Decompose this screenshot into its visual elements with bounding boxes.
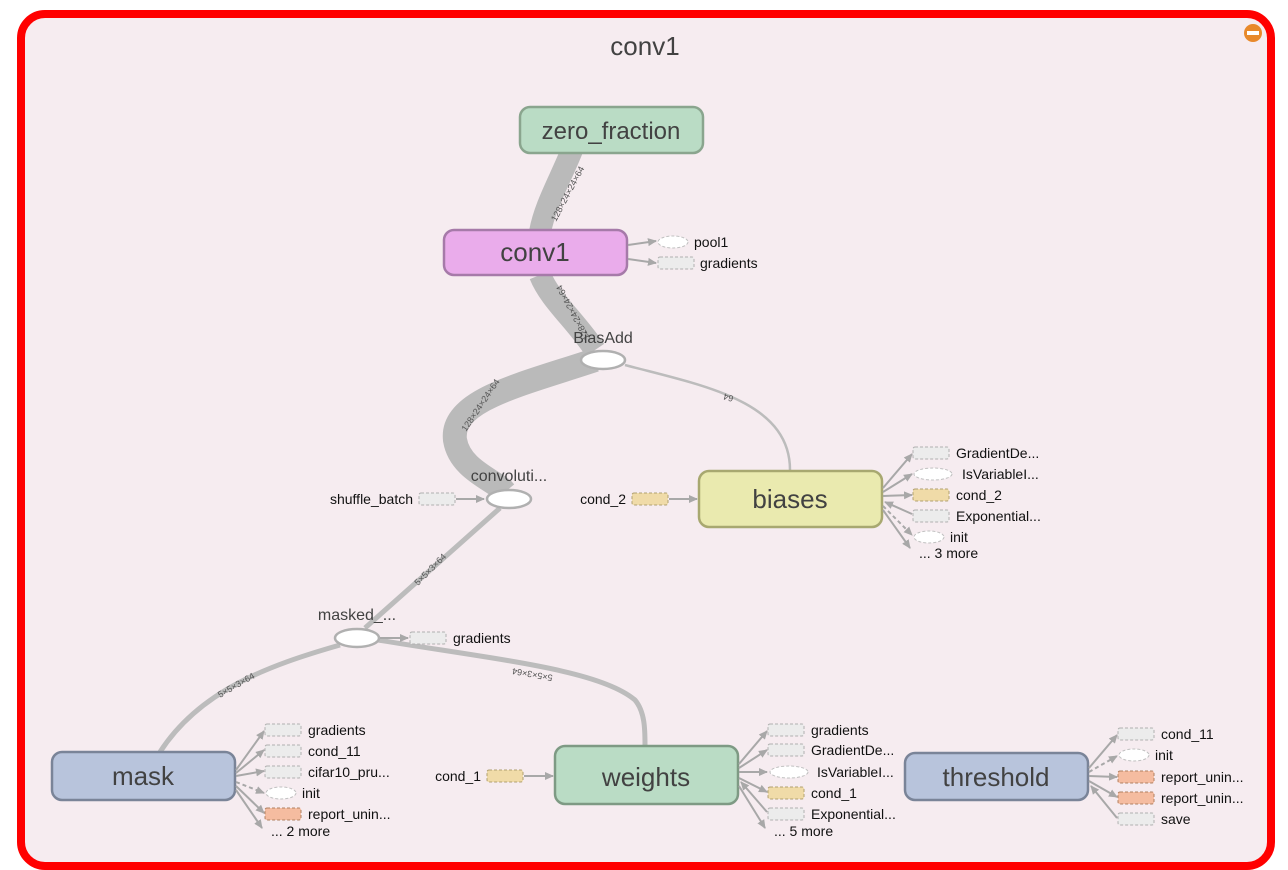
aux-node[interactable] <box>912 488 950 502</box>
aux-label: report_unin... <box>1161 790 1244 806</box>
node-label: mask <box>112 761 175 791</box>
aux-label: cond_11 <box>1161 726 1214 742</box>
aux-label: IsVariableI... <box>817 764 894 780</box>
aux-node-cond-1[interactable] <box>486 769 524 783</box>
aux-node[interactable] <box>1117 770 1155 784</box>
minus-circle-icon[interactable] <box>1244 24 1262 42</box>
aux-node[interactable] <box>1118 748 1150 762</box>
node-label: threshold <box>943 762 1050 792</box>
node-weights[interactable]: weights <box>553 744 740 806</box>
more-link[interactable]: ... 5 more <box>774 823 833 839</box>
aux-label: cond_2 <box>580 491 626 507</box>
aux-label: gradients <box>308 722 366 738</box>
aux-label: GradientDe... <box>956 445 1039 461</box>
aux-label: report_unin... <box>308 806 391 822</box>
aux-label: Exponential... <box>956 508 1041 524</box>
aux-node[interactable] <box>1117 791 1155 805</box>
aux-node-gradients[interactable] <box>657 256 695 270</box>
node-biases[interactable]: biases <box>697 469 884 529</box>
aux-label: Exponential... <box>811 806 896 822</box>
aux-node-shuffle-batch[interactable] <box>418 492 456 506</box>
node-label: convoluti... <box>471 468 547 485</box>
aux-node[interactable] <box>912 509 950 523</box>
aux-node[interactable] <box>1117 812 1155 826</box>
aux-node[interactable] <box>264 807 302 821</box>
node-label: masked_... <box>318 607 396 624</box>
aux-label: gradients <box>700 255 758 271</box>
aux-label: cond_1 <box>435 768 481 784</box>
aux-label: shuffle_batch <box>330 491 413 507</box>
graph-canvas[interactable]: conv1 128×24×24×64 128×24×24×64 128×24×2… <box>0 0 1288 868</box>
edge-label: 5×5×3×64 <box>216 671 256 700</box>
aux-node[interactable] <box>913 530 945 544</box>
threshold-outputs <box>1088 734 1118 819</box>
aux-label: pool1 <box>694 234 728 250</box>
aux-label: IsVariableI... <box>962 466 1039 482</box>
aux-label: gradients <box>811 722 869 738</box>
more-link[interactable]: ... 3 more <box>919 545 978 561</box>
edge-biases-biasadd <box>624 363 792 471</box>
aux-label: init <box>950 529 968 545</box>
aux-label: cond_1 <box>811 785 857 801</box>
aux-label: cond_11 <box>308 743 361 759</box>
aux-label: cifar10_pru... <box>308 764 390 780</box>
weights-outputs <box>738 730 768 829</box>
more-link[interactable]: ... 2 more <box>271 823 330 839</box>
aux-label: save <box>1161 811 1191 827</box>
node-label: BiasAdd <box>573 330 633 347</box>
edge-weights-masked <box>377 637 648 746</box>
aux-node[interactable] <box>264 744 302 758</box>
node-threshold[interactable]: threshold <box>903 751 1090 802</box>
aux-node[interactable] <box>767 743 805 757</box>
edge-label: 5×5×3×64 <box>412 551 448 587</box>
aux-node[interactable] <box>265 786 297 800</box>
aux-node[interactable] <box>913 467 953 481</box>
aux-node[interactable] <box>769 765 809 779</box>
aux-node[interactable] <box>767 786 805 800</box>
node-conv1[interactable]: conv1 <box>442 228 629 277</box>
aux-label: report_unin... <box>1161 769 1244 785</box>
node-zero-fraction[interactable]: zero_fraction <box>518 105 705 155</box>
node-label: conv1 <box>500 237 569 267</box>
node-label: weights <box>601 762 690 792</box>
biases-outputs <box>882 453 913 549</box>
aux-label: cond_2 <box>956 487 1002 503</box>
aux-node[interactable] <box>264 765 302 779</box>
aux-node[interactable] <box>264 723 302 737</box>
node-label: zero_fraction <box>542 118 681 145</box>
group-title: conv1 <box>610 31 679 61</box>
aux-label: init <box>302 785 320 801</box>
aux-label: init <box>1155 747 1173 763</box>
aux-node[interactable] <box>912 446 950 460</box>
aux-node-gradients[interactable] <box>409 631 447 645</box>
node-label: biases <box>752 484 827 514</box>
aux-node[interactable] <box>767 723 805 737</box>
aux-node-cond-2[interactable] <box>631 492 669 506</box>
aux-node[interactable] <box>767 807 805 821</box>
aux-node-pool1[interactable] <box>657 235 689 249</box>
aux-label: gradients <box>453 630 511 646</box>
aux-node[interactable] <box>1117 727 1155 741</box>
mask-outputs <box>235 730 265 829</box>
node-mask[interactable]: mask <box>50 750 237 802</box>
aux-label: GradientDe... <box>811 742 894 758</box>
